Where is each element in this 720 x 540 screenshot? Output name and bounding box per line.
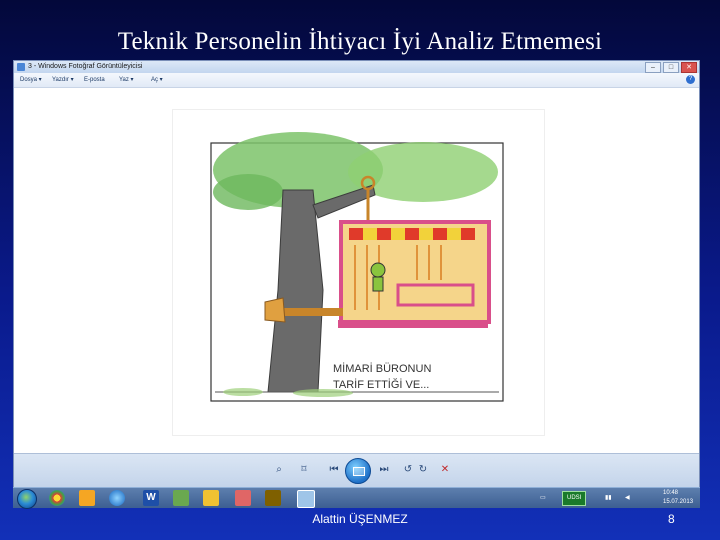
window-titlebar: 3 - Windows Fotoğraf Görüntüleyicisi – □… (14, 61, 699, 73)
cartoon-drawing: MİMARİ BÜRONUN TARİF ETTİĞİ VE... (210, 132, 504, 402)
clock-time: 10:48 (663, 490, 679, 496)
caption-line-1: MİMARİ BÜRONUN (333, 362, 431, 375)
maximize-button[interactable]: □ (663, 62, 679, 73)
media-player-icon[interactable] (79, 490, 95, 506)
folder-icon[interactable] (203, 490, 219, 506)
next-icon[interactable]: ⏭ (376, 463, 392, 477)
window-controls: – □ ✕ (645, 62, 697, 73)
menu-burn[interactable]: Yaz ▾ (119, 73, 134, 87)
rotate-left-icon[interactable]: ↺ (402, 463, 414, 477)
minimize-button[interactable]: – (645, 62, 661, 73)
menu-file[interactable]: Dosya ▾ (20, 73, 42, 87)
tree-trunk (267, 189, 324, 393)
previous-icon[interactable]: ⏮ (326, 463, 342, 477)
photo-viewer-app-icon (17, 63, 25, 71)
treehouse-platform (338, 320, 488, 328)
archive-icon[interactable] (265, 490, 281, 506)
photo-viewer-task-icon[interactable] (297, 490, 315, 508)
delete-icon[interactable]: ✕ (439, 463, 451, 477)
help-icon[interactable]: ? (686, 75, 695, 84)
close-button[interactable]: ✕ (681, 62, 697, 73)
photo-viewer-window: 3 - Windows Fotoğraf Görüntüleyicisi – □… (13, 60, 700, 489)
chrome-icon[interactable] (49, 490, 65, 506)
clock-date: 15.07.2013 (663, 499, 694, 505)
menu-bar: Dosya ▾ Yazdır ▾ E-posta Yaz ▾ Aç ▾ ? (14, 73, 699, 88)
menu-print[interactable]: Yazdır ▾ (52, 73, 74, 87)
cartoon-image: MİMARİ BÜRONUN TARİF ETTİĞİ VE... (172, 109, 545, 436)
caption-line-2: TARİF ETTİĞİ VE... (333, 378, 429, 391)
slideshow-button[interactable] (345, 458, 371, 484)
footer-author: Alattin ÜŞENMEZ (312, 512, 408, 526)
actual-size-icon[interactable]: ⌑ (297, 463, 311, 477)
rotate-right-icon[interactable]: ↻ (417, 463, 429, 477)
window-title: 3 - Windows Fotoğraf Görüntüleyicisi (28, 63, 143, 70)
slide-title: Teknik Personelin İhtiyacı İyi Analiz Et… (117, 28, 603, 55)
internet-explorer-icon[interactable] (109, 490, 125, 506)
treehouse-awning (349, 228, 475, 240)
person-figure (370, 262, 386, 278)
clock[interactable]: 10:48 15.07.2013 (663, 489, 693, 509)
powerpoint-icon[interactable] (235, 490, 251, 506)
users-icon[interactable] (173, 490, 189, 506)
volume-icon[interactable]: ◀ (625, 488, 630, 508)
menu-email[interactable]: E-posta (84, 73, 105, 87)
word-icon[interactable]: W (143, 490, 159, 506)
start-button[interactable] (17, 489, 37, 509)
tray-badge[interactable]: UDSI (562, 491, 587, 506)
person-body (372, 276, 384, 292)
zoom-icon[interactable]: ⌕ (271, 463, 287, 477)
beam-knot (264, 297, 286, 323)
image-viewport: MİMARİ BÜRONUN TARİF ETTİĞİ VE... (14, 88, 699, 459)
viewer-toolbar: ⌕ ⌑ ⏮ ⏭ ↺ ↻ ✕ (14, 453, 699, 489)
menu-open[interactable]: Aç ▾ (151, 73, 163, 87)
page-number: 8 (668, 512, 675, 526)
show-hidden-icons[interactable]: ▭ (540, 488, 546, 508)
taskbar: W ▭ UDSI ▮▮ ◀ 10:48 15.07.2013 (13, 487, 700, 509)
network-icon[interactable]: ▮▮ (605, 488, 612, 508)
tree-canopy-left (213, 174, 283, 210)
